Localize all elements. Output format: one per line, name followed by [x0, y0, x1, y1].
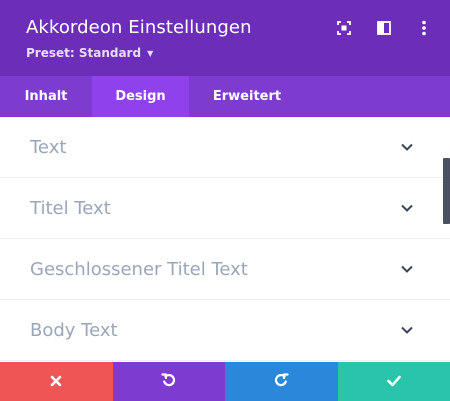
modal-header: Akkordeon Einstellungen Preset: Standard… — [0, 0, 450, 76]
fullscreen-icon[interactable] — [334, 18, 354, 38]
tab-bar: Inhalt Design Erweitert — [0, 76, 450, 117]
settings-panel: Text Titel Text Geschlossener Titel Text… — [0, 117, 450, 362]
scrollbar-thumb[interactable] — [443, 158, 450, 224]
modal-footer — [0, 362, 450, 401]
preset-selector[interactable]: Preset: Standard ▼ — [26, 46, 153, 60]
caret-down-icon: ▼ — [147, 48, 154, 58]
save-button[interactable] — [337, 362, 450, 401]
section-body-text[interactable]: Body Text — [0, 300, 450, 361]
modal-title: Akkordeon Einstellungen — [26, 17, 252, 38]
check-icon — [386, 372, 401, 391]
section-titel-text[interactable]: Titel Text — [0, 178, 450, 239]
chevron-down-icon — [400, 262, 414, 276]
chevron-down-icon — [400, 323, 414, 337]
redo-button[interactable] — [225, 362, 338, 401]
close-icon — [50, 372, 62, 391]
chevron-down-icon — [400, 201, 414, 215]
cancel-button[interactable] — [0, 362, 113, 401]
header-actions — [334, 18, 434, 38]
tab-erweitert[interactable]: Erweitert — [189, 76, 305, 117]
undo-button[interactable] — [112, 362, 225, 401]
section-label: Body Text — [30, 319, 118, 341]
more-options-icon[interactable] — [414, 18, 434, 38]
preset-label: Preset: Standard — [26, 46, 142, 60]
section-geschlossener-titel-text[interactable]: Geschlossener Titel Text — [0, 239, 450, 300]
columns-icon[interactable] — [374, 18, 394, 38]
redo-icon — [273, 372, 289, 392]
section-label: Titel Text — [30, 197, 111, 219]
chevron-down-icon — [400, 140, 414, 154]
section-label: Text — [30, 136, 67, 158]
tab-inhalt[interactable]: Inhalt — [0, 76, 92, 117]
tab-design[interactable]: Design — [92, 76, 189, 117]
section-label: Geschlossener Titel Text — [30, 258, 248, 280]
section-text[interactable]: Text — [0, 117, 450, 178]
undo-icon — [161, 372, 177, 392]
